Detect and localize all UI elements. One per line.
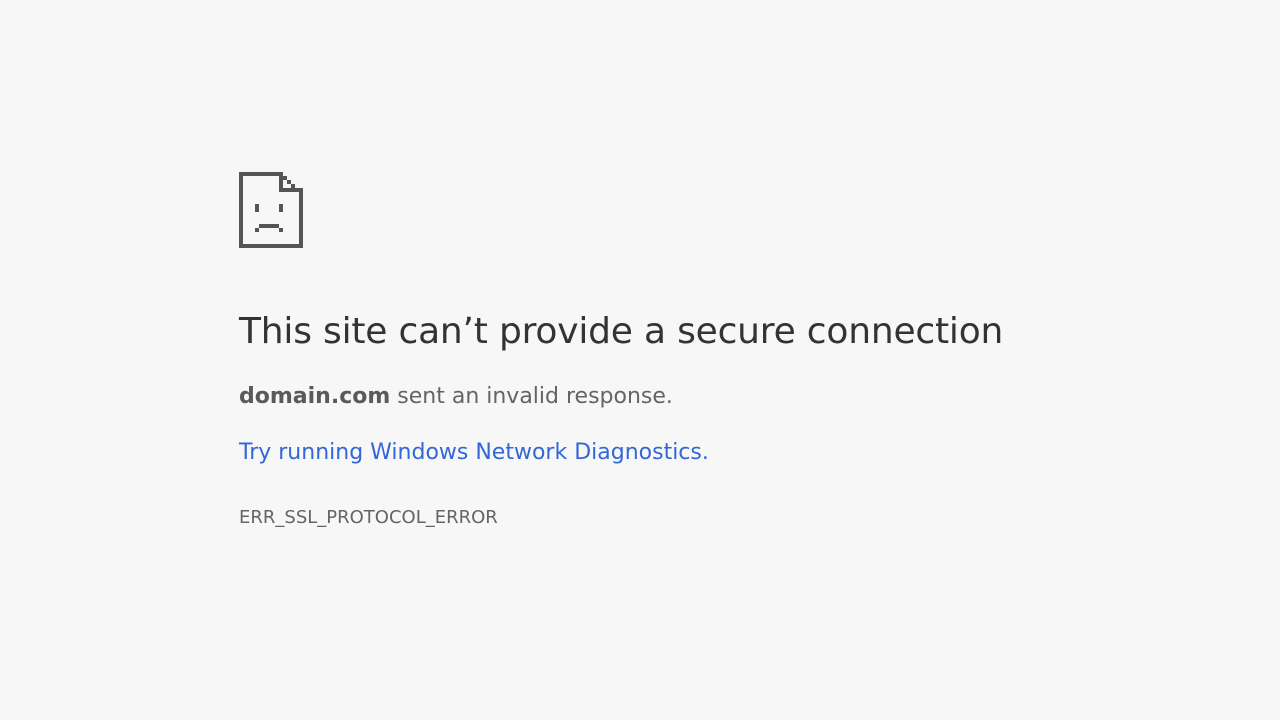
error-page: This site can’t provide a secure connect…	[239, 172, 1139, 529]
error-code: ERR_SSL_PROTOCOL_ERROR	[239, 507, 498, 528]
network-diagnostics-link[interactable]: Try running Windows Network Diagnostics.	[239, 439, 709, 467]
error-message: sent an invalid response.	[390, 384, 673, 409]
sad-page-icon	[239, 172, 303, 248]
host-name: domain.com	[239, 384, 391, 409]
page-title: This site can’t provide a secure connect…	[239, 311, 1004, 352]
error-summary: domain.com sent an invalid response.	[239, 383, 1139, 411]
